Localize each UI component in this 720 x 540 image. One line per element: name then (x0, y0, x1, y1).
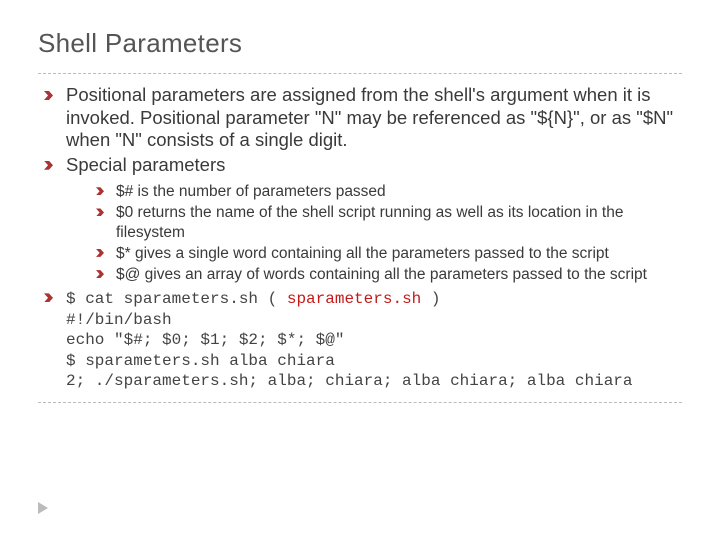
code-line: echo "$#; $0; $1; $2; $*; $@" (66, 330, 682, 350)
code-line: #!/bin/bash (66, 310, 682, 330)
main-bullet: Special parameters $# is the number of p… (44, 154, 682, 285)
main-bullet-list: Positional parameters are assigned from … (38, 84, 682, 392)
main-bullet: Positional parameters are assigned from … (44, 84, 682, 152)
code-line: $ sparameters.sh alba chiara (66, 351, 682, 371)
sub-bullet: $0 returns the name of the shell script … (96, 203, 682, 241)
sub-bullet: $@ gives an array of words containing al… (96, 265, 682, 284)
main-bullet-text: Special parameters (66, 154, 225, 175)
divider-bottom (38, 402, 682, 403)
code-line: $ cat sparameters.sh ( sparameters.sh ) (66, 290, 440, 308)
nav-arrow-icon (38, 502, 48, 514)
code-line: 2; ./sparameters.sh; alba; chiara; alba … (66, 371, 682, 391)
sub-bullet: $* gives a single word containing all th… (96, 244, 682, 263)
code-example-bullet: $ cat sparameters.sh ( sparameters.sh ) … (44, 286, 682, 391)
sub-bullet-list: $# is the number of parameters passed $0… (66, 182, 682, 284)
slide-content: Positional parameters are assigned from … (38, 74, 682, 402)
slide-title: Shell Parameters (38, 28, 682, 59)
filename-highlight: sparameters.sh (287, 290, 421, 308)
sub-bullet: $# is the number of parameters passed (96, 182, 682, 201)
